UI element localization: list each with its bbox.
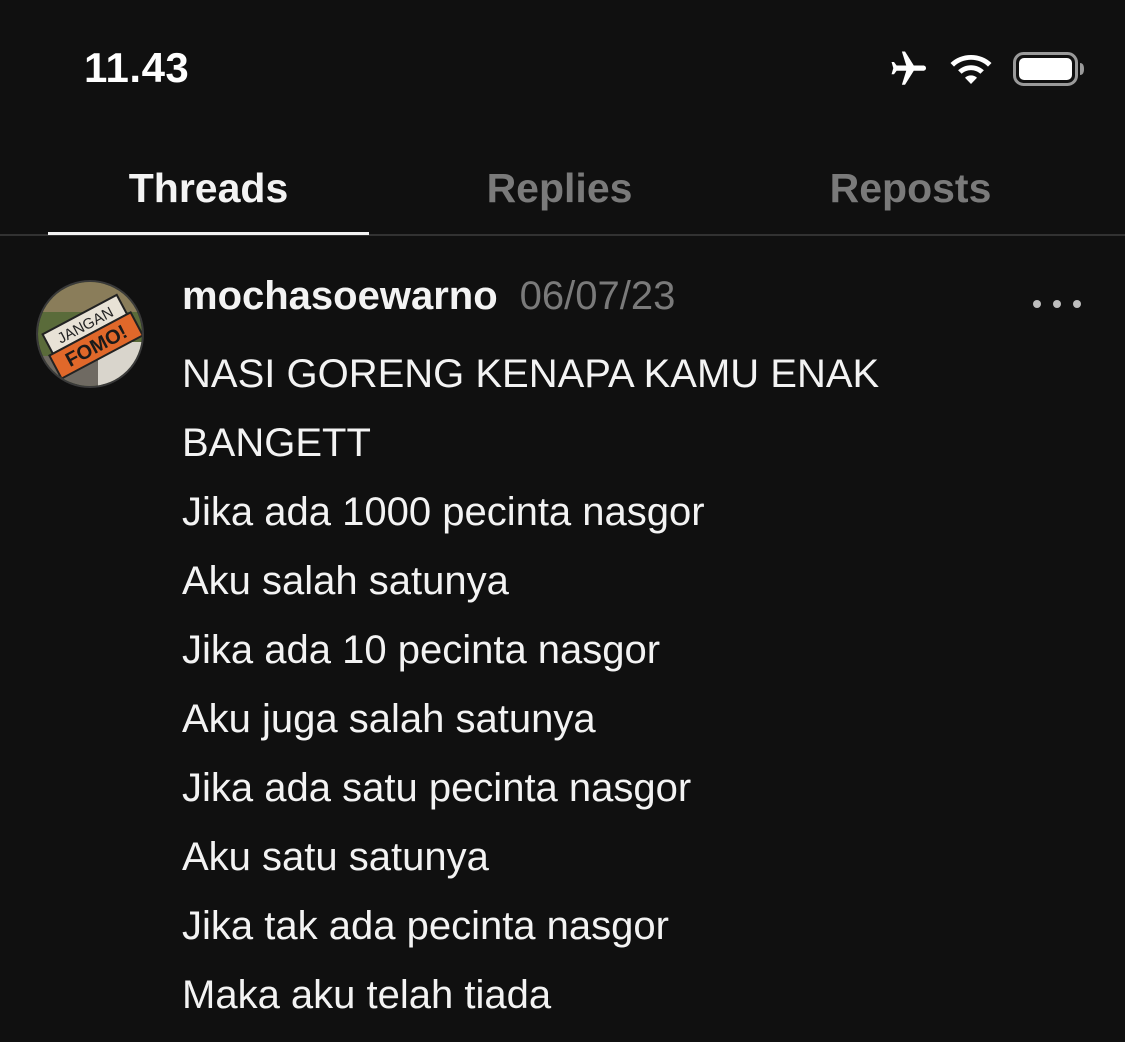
post-date: 06/07/23 (519, 274, 676, 318)
more-horizontal-icon (1033, 300, 1041, 308)
post-header: mochasoewarno 06/07/23 (182, 274, 675, 319)
status-time: 11.43 (84, 44, 190, 91)
more-dot (1053, 300, 1061, 308)
post-line: Jika ada satu pecinta nasgor (182, 766, 692, 810)
status-bar: 11.43 (0, 0, 1125, 140)
username[interactable]: mochasoewarno (182, 274, 498, 319)
status-icons (887, 48, 1085, 90)
post-line: NASI GORENG KENAPA KAMU ENAK (182, 352, 880, 396)
post-text: NASI GORENG KENAPA KAMU ENAK BANGETT Jik… (182, 340, 1082, 1030)
tab-replies[interactable]: Replies (399, 140, 720, 236)
more-dot (1073, 300, 1081, 308)
tab-reposts[interactable]: Reposts (750, 140, 1071, 236)
tab-threads[interactable]: Threads (48, 140, 369, 236)
thread-post[interactable]: JANGAN FOMO! mochasoewarno 06/07/23 NASI… (0, 238, 1125, 1042)
wifi-icon (949, 51, 993, 87)
battery-icon (1013, 51, 1085, 87)
avatar[interactable]: JANGAN FOMO! (36, 280, 144, 388)
post-line: Jika ada 10 pecinta nasgor (182, 628, 661, 672)
post-line: Aku juga salah satunya (182, 697, 596, 741)
airplane-icon (887, 48, 929, 90)
post-line: Jika ada 1000 pecinta nasgor (182, 490, 705, 534)
post-line: BANGETT (182, 421, 371, 465)
active-tab-indicator (48, 232, 369, 235)
post-line: Aku satu satunya (182, 835, 489, 879)
post-line: Maka aku telah tiada (182, 973, 552, 1017)
post-line: Jika tak ada pecinta nasgor (182, 904, 669, 948)
profile-tabs: Threads Replies Reposts (0, 140, 1125, 236)
post-line: Aku salah satunya (182, 559, 509, 603)
more-options-button[interactable] (1033, 290, 1081, 318)
